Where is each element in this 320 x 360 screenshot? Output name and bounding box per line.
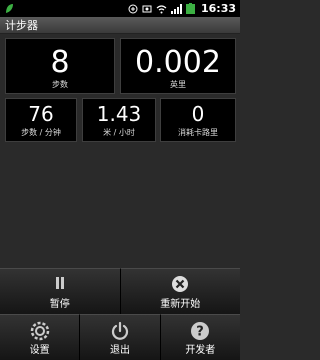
calories-card: 0 消耗卡路里 <box>160 98 236 142</box>
wifi-icon <box>156 4 167 13</box>
app-title: 计步器 <box>0 17 240 34</box>
options-menu: 暂停 重新开始 设置 退出 ? 开发者 <box>0 268 240 360</box>
pace-card: 76 步数 / 分钟 <box>5 98 77 142</box>
reset-button[interactable]: 重新开始 <box>120 268 240 314</box>
battery-icon <box>185 3 195 14</box>
pause-button[interactable]: 暂停 <box>0 268 121 314</box>
speed-label: 米 / 小时 <box>103 128 135 137</box>
distance-card: 0.002 英里 <box>120 38 236 94</box>
quit-button[interactable]: 退出 <box>80 314 161 360</box>
settings-button[interactable]: 设置 <box>0 314 81 360</box>
speed-value: 1.43 <box>96 102 142 126</box>
calories-label: 消耗卡路里 <box>178 128 218 137</box>
steps-value: 8 <box>50 45 70 80</box>
pace-label: 步数 / 分钟 <box>21 128 61 137</box>
usb-icon <box>128 4 138 13</box>
speed-card: 1.43 米 / 小时 <box>82 98 156 142</box>
steps-label: 步数 <box>52 80 68 89</box>
reset-label: 重新开始 <box>160 299 201 310</box>
settings-icon <box>30 321 49 341</box>
signal-icon <box>170 3 182 14</box>
app-notification-icon <box>6 4 13 13</box>
settings-label: 设置 <box>29 345 50 356</box>
svg-text:?: ? <box>197 325 205 340</box>
developer-label: 开发者 <box>185 345 216 356</box>
status-time: 16:33 <box>200 2 236 15</box>
developer-button[interactable]: ? 开发者 <box>160 314 240 360</box>
quit-label: 退出 <box>109 345 130 356</box>
pause-label: 暂停 <box>49 299 70 310</box>
distance-label: 英里 <box>170 80 186 89</box>
distance-value: 0.002 <box>135 45 221 80</box>
power-icon <box>111 321 129 340</box>
steps-card: 8 步数 <box>5 38 115 94</box>
status-bar: 16:33 <box>0 0 240 17</box>
question-icon: ? <box>191 322 210 340</box>
pause-icon <box>55 277 64 289</box>
calories-value: 0 <box>191 102 205 126</box>
pace-value: 76 <box>28 102 54 126</box>
photo-icon <box>142 5 152 12</box>
reset-icon <box>172 276 189 292</box>
